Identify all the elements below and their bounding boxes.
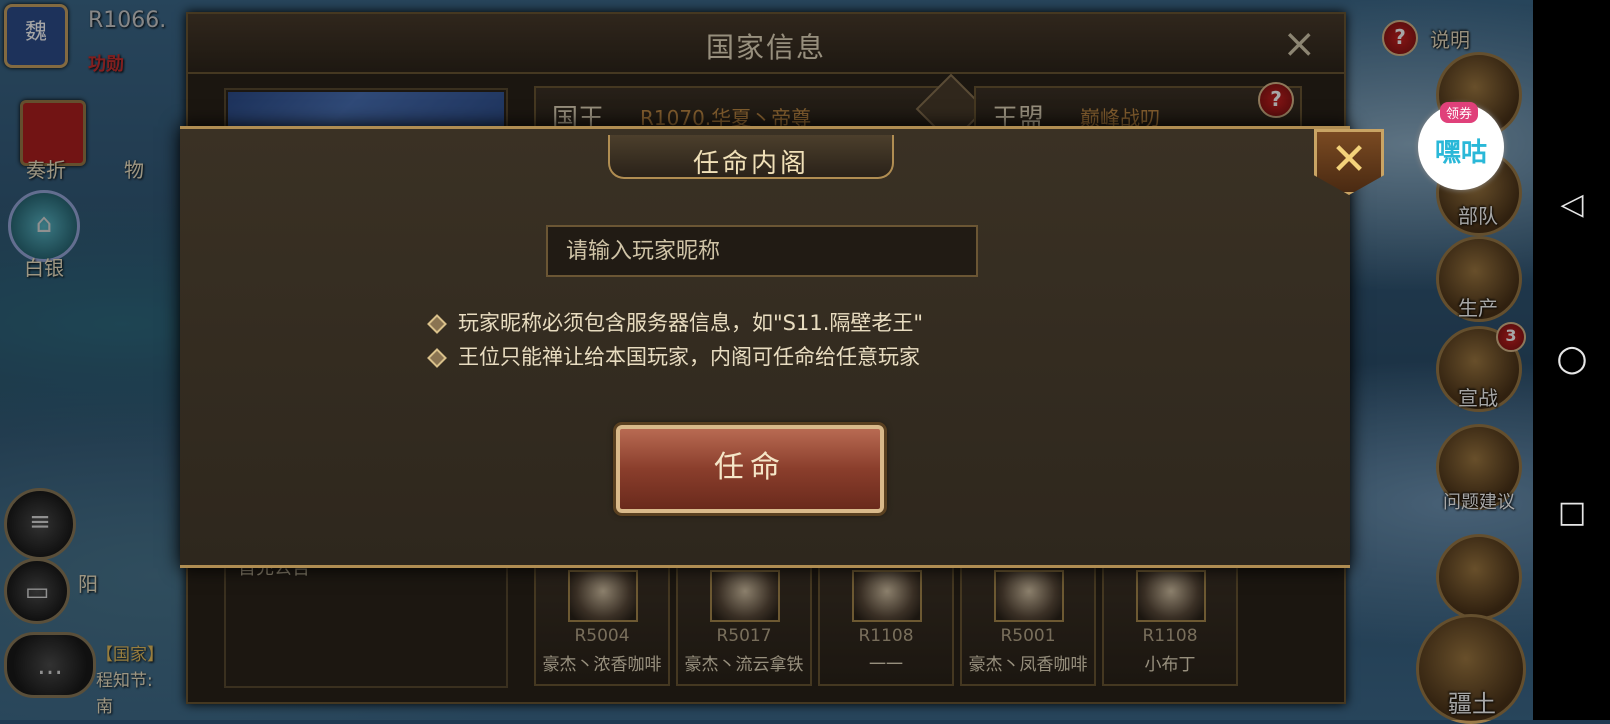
appoint-cabinet-dialog: 任命内阁 ✕ 玩家昵称必须包含服务器信息，如"S11.隔壁老王" 王位只能禅让给… (180, 126, 1384, 568)
dialog-title: 任命内阁 (692, 149, 809, 179)
dialog-title-tab: 任命内阁 (608, 135, 894, 179)
coupon-text: 嘿咕 (1434, 138, 1487, 168)
diamond-bullet-icon (427, 314, 447, 334)
tip-text: 王位只能禅让给本国玩家，内阁可任命给任意玩家 (458, 345, 920, 369)
tip-line: 王位只能禅让给本国玩家，内阁可任命给任意玩家 (427, 341, 920, 371)
tip-line: 玩家昵称必须包含服务器信息，如"S11.隔壁老王" (427, 307, 924, 337)
tip-text: 玩家昵称必须包含服务器信息，如"S11.隔壁老王" (458, 311, 924, 335)
android-nav-bar: ◁ ○ □ (1533, 0, 1610, 720)
recents-icon[interactable]: □ (1553, 494, 1591, 532)
home-icon[interactable]: ○ (1553, 340, 1591, 378)
diamond-bullet-icon (427, 348, 447, 368)
back-icon[interactable]: ◁ (1553, 186, 1591, 224)
player-nickname-input[interactable] (546, 225, 978, 277)
coupon-floating-button[interactable]: 领券 嘿咕 (1418, 102, 1504, 190)
appoint-button[interactable]: 任命 (616, 425, 884, 513)
coupon-tag: 领券 (1440, 102, 1479, 123)
